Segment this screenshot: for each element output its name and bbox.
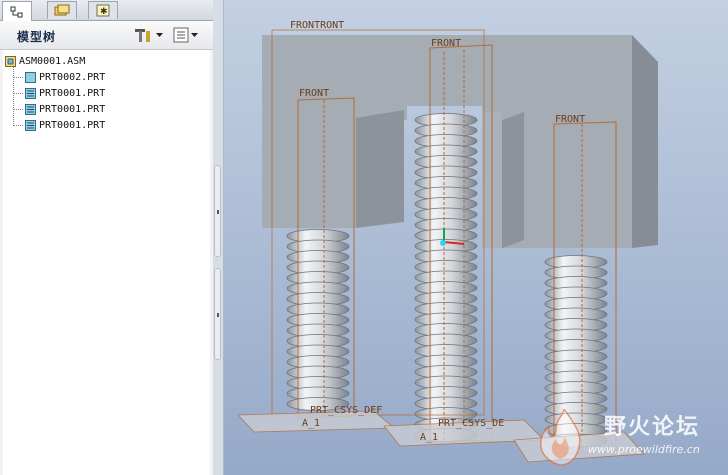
panel-splitter[interactable] [213, 0, 224, 475]
datum-label-frontront[interactable]: FRONTRONT [290, 20, 344, 31]
tree-item-label: ASM0001.ASM [19, 56, 86, 67]
tree-item[interactable]: PRT0002.PRT [25, 70, 105, 85]
datum-label-front-center[interactable]: FRONT [431, 38, 461, 49]
tree-show-button[interactable] [173, 26, 198, 44]
chevron-down-icon [191, 32, 198, 37]
part-spring-icon [25, 88, 36, 99]
axis-label-center[interactable]: A_1 [420, 432, 438, 443]
svg-text:✱: ✱ [100, 7, 108, 17]
splitter-grip[interactable] [214, 165, 221, 257]
tree-connector [13, 93, 23, 94]
axis-label-left[interactable]: A_1 [302, 418, 320, 429]
assembly-scene: FRONTRONT FRONT FRONT FRONT PRT_CSYS_DEF… [224, 0, 728, 475]
csys-label-left[interactable]: PRT_CSYS_DEF [310, 405, 382, 416]
csys-label-center[interactable]: PRT_CSYS_DE [438, 418, 504, 429]
forum-watermark: 野火论坛 www.proewildfire.cn [530, 409, 720, 469]
tree-item-label: PRT0001.PRT [39, 120, 106, 131]
datum-label-front-left[interactable]: FRONT [299, 88, 329, 99]
tree-connector [13, 77, 23, 78]
assembly-icon [5, 56, 16, 67]
tree-item-label: PRT0001.PRT [39, 88, 106, 99]
datum-label-front-right[interactable]: FRONT [555, 114, 585, 125]
splitter-grip[interactable] [214, 268, 221, 360]
model-tree-panel: ✱ 模型树 ASM0001.ASM PRT0002.PRT PRT0001.PR… [0, 0, 214, 475]
watermark-url: www.proewildfire.cn [588, 443, 700, 456]
part-spring-icon [25, 120, 36, 131]
spring-left[interactable] [286, 229, 350, 411]
watermark-title: 野火论坛 [604, 415, 701, 440]
tab-favorites[interactable]: ✱ [88, 1, 118, 19]
tree-item[interactable]: PRT0001.PRT [25, 118, 105, 133]
tree-item[interactable]: PRT0001.PRT [25, 102, 105, 117]
model-tree-title: 模型树 [17, 30, 57, 44]
flame-logo-icon [539, 409, 581, 466]
navigator-tabs: ✱ [0, 0, 213, 21]
tree-item-label: PRT0002.PRT [39, 72, 106, 83]
tree-settings-button[interactable] [134, 26, 163, 44]
slot-right-inner [502, 112, 524, 248]
part-spring-icon [25, 104, 36, 115]
model-tree-tab-icon [10, 6, 23, 17]
spring-center[interactable] [414, 113, 478, 442]
model-tree: ASM0001.ASM PRT0002.PRT PRT0001.PRT PRT0… [3, 50, 210, 475]
model-tree-header: 模型树 [0, 21, 213, 50]
folder-browser-tab-icon [54, 4, 70, 16]
slot-left-inner [356, 110, 404, 228]
favorites-tab-icon: ✱ [96, 4, 110, 17]
chevron-down-icon [156, 32, 163, 37]
part-icon [25, 72, 36, 83]
block-right-side [632, 35, 658, 248]
tree-item-root[interactable]: ASM0001.ASM [5, 54, 85, 69]
tab-model-tree[interactable] [2, 1, 32, 21]
tree-connector [13, 125, 23, 126]
tree-connector [13, 109, 23, 110]
tab-folder-browser[interactable] [47, 1, 77, 19]
tree-settings-icon [135, 29, 150, 42]
grip-dot [217, 210, 219, 214]
tree-item[interactable]: PRT0001.PRT [25, 86, 105, 101]
tree-connector [13, 66, 14, 126]
tree-show-icon [173, 27, 189, 43]
graphics-viewport[interactable]: FRONTRONT FRONT FRONT FRONT PRT_CSYS_DEF… [224, 0, 728, 475]
tree-item-label: PRT0001.PRT [39, 104, 106, 115]
grip-dot [217, 313, 219, 317]
